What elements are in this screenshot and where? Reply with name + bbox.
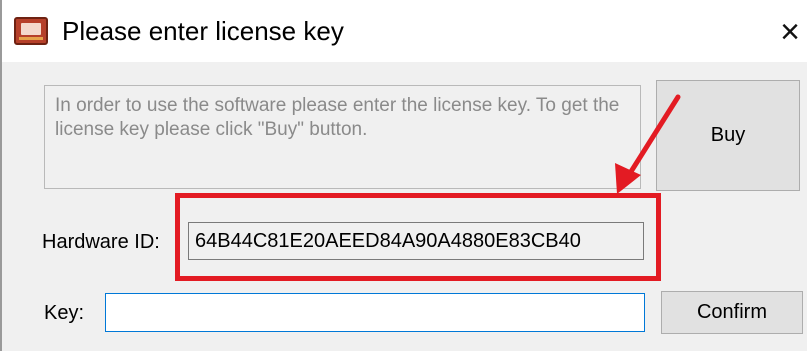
info-message: In order to use the software please ente… — [44, 85, 641, 189]
hardware-id-label: Hardware ID: — [42, 231, 160, 253]
buy-button[interactable]: Buy — [656, 80, 800, 191]
app-icon — [14, 17, 48, 45]
confirm-button[interactable]: Confirm — [661, 291, 803, 334]
key-input[interactable] — [105, 293, 645, 332]
window-left-edge — [0, 0, 2, 351]
title-bar: Please enter license key × — [0, 0, 807, 62]
key-label: Key: — [44, 302, 85, 324]
close-icon[interactable]: × — [770, 12, 807, 52]
license-dialog: Please enter license key × In order to u… — [0, 0, 807, 351]
hardware-id-field[interactable]: 64B44C81E20AEED84A90A4880E83CB40 — [188, 222, 644, 260]
window-title: Please enter license key — [62, 16, 344, 46]
